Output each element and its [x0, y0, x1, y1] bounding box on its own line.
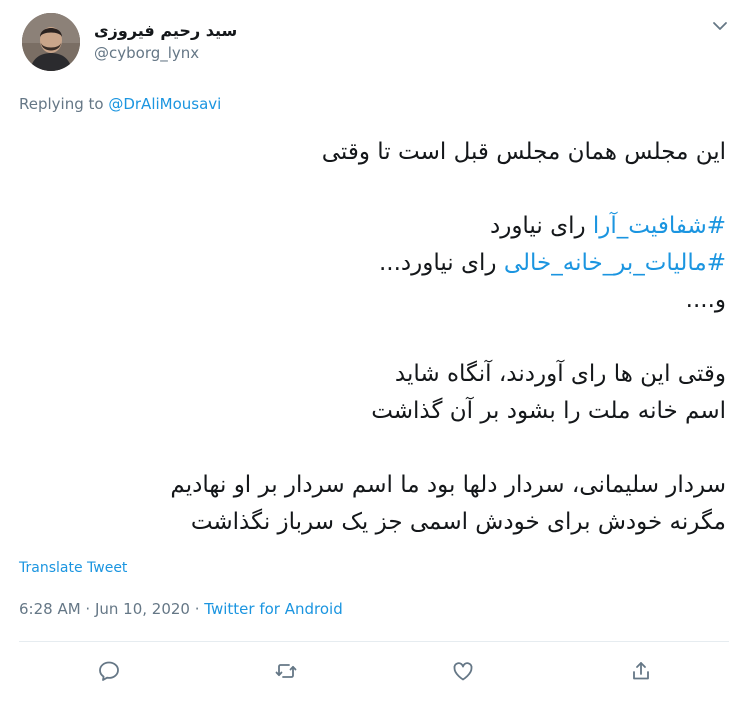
reply-to-handle-link[interactable]: @DrAliMousavi — [108, 95, 221, 113]
hashtag-link[interactable]: #مالیات_بر_خانه_خالی — [504, 250, 726, 276]
tweet-line: #شفافیت_آرا رای نیاورد — [26, 208, 726, 245]
retweet-button[interactable] — [271, 656, 301, 686]
share-icon — [633, 662, 649, 680]
avatar-image — [22, 13, 80, 71]
author-handle[interactable]: @cyborg_lynx — [94, 42, 237, 64]
tweet-line: این مجلس همان مجلس قبل است تا وقتی — [321, 139, 726, 165]
tweet-line-text: رای نیاورد — [489, 213, 593, 239]
tweet-line: سردار سلیمانی، سردار دلها بود ما اسم سرد… — [170, 472, 726, 498]
tweet-meta: 6:28 AM · Jun 10, 2020 · Twitter for And… — [19, 600, 343, 618]
chevron-down-icon[interactable] — [710, 16, 730, 36]
reply-icon — [99, 661, 119, 681]
tweet-text: این مجلس همان مجلس قبل است تا وقتی #شفاف… — [26, 134, 726, 541]
tweet-line: وقتی این ها رای آوردند، آنگاه شاید — [394, 361, 726, 387]
meta-separator: · — [189, 600, 205, 618]
translate-tweet-link[interactable]: Translate Tweet — [19, 560, 127, 576]
share-button[interactable] — [626, 656, 656, 686]
tweet-time[interactable]: 6:28 AM — [19, 600, 81, 618]
like-button[interactable] — [448, 656, 478, 686]
heart-icon — [453, 662, 473, 681]
tweet-line: و.... — [685, 287, 726, 313]
author-display-name[interactable]: سید رحیم فیروزی — [94, 20, 237, 42]
hashtag-link[interactable]: #شفافیت_آرا — [593, 213, 726, 239]
retweet-icon — [275, 664, 297, 678]
tweet-line-text: رای نیاورد... — [378, 250, 504, 276]
replying-to: Replying to @DrAliMousavi — [19, 95, 221, 113]
author-block[interactable]: سید رحیم فیروزی @cyborg_lynx — [94, 20, 237, 64]
tweet-source-link[interactable]: Twitter for Android — [204, 600, 342, 618]
reply-button[interactable] — [94, 656, 124, 686]
tweet-line: مگرنه خودش برای خودش اسمی جز یک سرباز نگ… — [190, 509, 726, 535]
avatar[interactable] — [22, 13, 80, 71]
tweet-line: #مالیات_بر_خانه_خالی رای نیاورد... — [26, 245, 726, 282]
tweet-date[interactable]: Jun 10, 2020 — [95, 600, 190, 618]
replying-to-prefix: Replying to — [19, 95, 109, 113]
meta-separator: · — [80, 600, 95, 618]
tweet-actions — [0, 656, 748, 686]
tweet-line: اسم خانه ملت را بشود بر آن گذاشت — [371, 398, 726, 424]
divider — [19, 641, 729, 642]
